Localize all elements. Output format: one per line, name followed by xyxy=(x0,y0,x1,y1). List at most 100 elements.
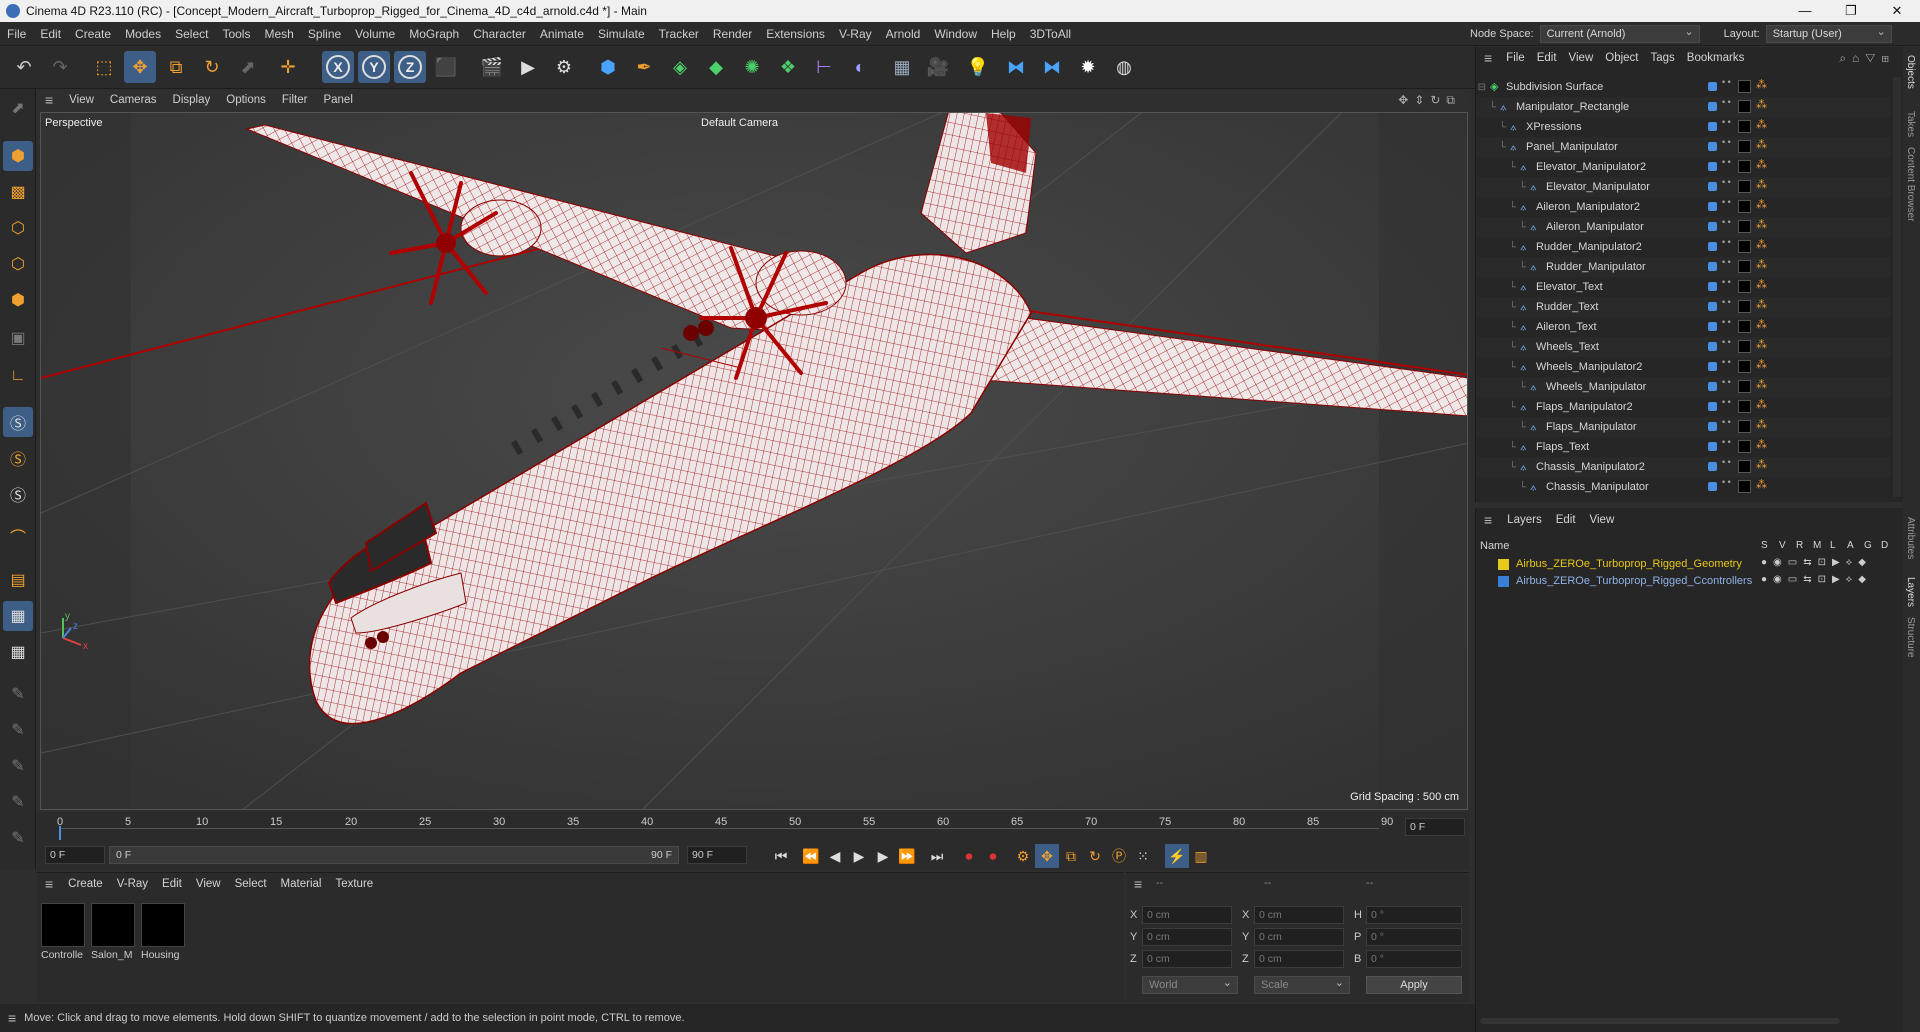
material-item[interactable]: Salon_M xyxy=(91,903,135,961)
object-row[interactable]: └ ⟑ Aileron_Manipulator • • ⁂ xyxy=(1476,217,1890,237)
next-key-icon[interactable]: ⏩ xyxy=(895,844,919,868)
model-mode-icon[interactable]: ⬢ xyxy=(3,141,33,171)
play-icon[interactable]: ▶ xyxy=(847,844,871,868)
menu-window[interactable]: Window xyxy=(927,27,984,41)
menu-spline[interactable]: Spline xyxy=(301,27,348,41)
xpresso-tag-icon[interactable]: ⁂ xyxy=(1756,418,1767,431)
material-tag-icon[interactable] xyxy=(1738,220,1751,233)
material-tag-icon[interactable] xyxy=(1738,200,1751,213)
menu-create[interactable]: Create xyxy=(68,27,118,41)
scale-tool-icon[interactable]: ⧉ xyxy=(160,51,192,83)
3d-viewport[interactable]: Perspective Default Camera Grid Spacing … xyxy=(40,112,1468,810)
live-selection-icon[interactable]: ⬚ xyxy=(88,51,120,83)
object-hamburger-icon[interactable]: ≡ xyxy=(1476,50,1500,66)
visibility-dots-icon[interactable]: • • xyxy=(1722,298,1731,307)
render-view-icon[interactable]: ▶ xyxy=(512,51,544,83)
apply-button[interactable]: Apply xyxy=(1366,976,1462,994)
layer-indicator-icon[interactable] xyxy=(1708,102,1717,111)
xpresso-tag-icon[interactable]: ⁂ xyxy=(1756,318,1767,331)
field-icon[interactable]: ◐ xyxy=(844,51,876,83)
right-engine-nacelle[interactable] xyxy=(755,250,847,316)
menu-help[interactable]: Help xyxy=(984,27,1023,41)
tree-connector[interactable]: └ xyxy=(1476,462,1516,473)
tree-connector[interactable]: └ xyxy=(1476,342,1516,353)
layer-indicator-icon[interactable] xyxy=(1708,182,1717,191)
visibility-dots-icon[interactable]: • • xyxy=(1722,458,1731,467)
current-frame-field[interactable]: 0 F xyxy=(1405,818,1465,836)
object-row[interactable]: └ ⟑ Rudder_Manipulator • • ⁂ xyxy=(1476,257,1890,277)
tree-connector[interactable]: └ xyxy=(1476,402,1516,413)
extrude-icon[interactable]: ◆ xyxy=(700,51,732,83)
menu-arnold[interactable]: Arnold xyxy=(879,27,928,41)
key-scale-icon[interactable]: ⧉ xyxy=(1059,844,1083,868)
layer-indicator-icon[interactable] xyxy=(1708,422,1717,431)
object-name[interactable]: XPressions xyxy=(1526,121,1582,133)
status-hamburger-icon[interactable]: ≡ xyxy=(0,1010,24,1026)
redo-icon[interactable]: ↷ xyxy=(44,51,76,83)
object-name[interactable]: Subdivision Surface xyxy=(1506,81,1603,93)
visibility-dots-icon[interactable]: • • xyxy=(1722,158,1731,167)
object-name[interactable]: Elevator_Manipulator2 xyxy=(1536,161,1646,173)
layer-indicator-icon[interactable] xyxy=(1708,162,1717,171)
object-row[interactable]: └ ⟑ Elevator_Manipulator2 • • ⁂ xyxy=(1476,157,1890,177)
pos-z-field[interactable]: 0 cm xyxy=(1142,950,1232,968)
obj-menu-file[interactable]: File xyxy=(1500,52,1531,64)
object-row[interactable]: └ ⟑ Panel_Manipulator • • ⁂ xyxy=(1476,137,1890,157)
axis-y-button[interactable]: Y xyxy=(358,51,390,83)
start-frame-field[interactable]: 0 F xyxy=(45,846,105,864)
material-tag-icon[interactable] xyxy=(1738,400,1751,413)
key-position-icon[interactable]: ✥ xyxy=(1035,844,1059,868)
visibility-dots-icon[interactable]: • • xyxy=(1722,318,1731,327)
viewport-menu-options[interactable]: Options xyxy=(218,94,274,106)
tree-connector[interactable]: ⊟ xyxy=(1476,82,1486,93)
mograph-icon[interactable]: ❖ xyxy=(772,51,804,83)
visibility-dots-icon[interactable]: • • xyxy=(1722,118,1731,127)
camera-label[interactable]: Default Camera xyxy=(701,117,778,129)
tree-connector[interactable]: └ xyxy=(1476,142,1506,153)
layer-indicator-icon[interactable] xyxy=(1708,302,1717,311)
xpresso-tag-icon[interactable]: ⁂ xyxy=(1756,478,1767,491)
layer-indicator-icon[interactable] xyxy=(1708,342,1717,351)
material-tag-icon[interactable] xyxy=(1738,360,1751,373)
menu-3dtoall[interactable]: 3DToAll xyxy=(1023,27,1078,41)
smooth-icon[interactable]: ✎ xyxy=(3,787,33,817)
viewport-menu-display[interactable]: Display xyxy=(165,94,219,106)
quantize-icon[interactable]: Ⓢ xyxy=(3,479,33,509)
material-tag-icon[interactable] xyxy=(1738,120,1751,133)
layer-row[interactable]: Airbus_ZEROe_Turboprop_Rigged_Geometry ●… xyxy=(1476,556,1903,573)
layer-indicator-icon[interactable] xyxy=(1708,82,1717,91)
paint-icon[interactable]: ✎ xyxy=(3,715,33,745)
xpresso-tag-icon[interactable]: ⁂ xyxy=(1756,398,1767,411)
xpresso-tag-icon[interactable]: ⁂ xyxy=(1756,198,1767,211)
material-tag-icon[interactable] xyxy=(1738,300,1751,313)
axis-x-button[interactable]: X xyxy=(322,51,354,83)
keyframe-selection-icon[interactable]: ⚙ xyxy=(1011,844,1035,868)
key-pla-icon[interactable]: ⁙ xyxy=(1131,844,1155,868)
maximize-button[interactable]: ❐ xyxy=(1828,0,1874,22)
layer-indicator-icon[interactable] xyxy=(1708,462,1717,471)
menu-modes[interactable]: Modes xyxy=(118,27,168,41)
object-name[interactable]: Rudder_Manipulator xyxy=(1546,261,1646,273)
points-mode-icon[interactable]: ⬡ xyxy=(3,213,33,243)
layer-indicator-icon[interactable] xyxy=(1708,362,1717,371)
object-name[interactable]: Elevator_Text xyxy=(1536,281,1603,293)
axis-z-button[interactable]: Z xyxy=(394,51,426,83)
python-icon[interactable]: ⧓ xyxy=(1000,51,1032,83)
object-row[interactable]: └ ⟑ Rudder_Text • • ⁂ xyxy=(1476,297,1890,317)
node-space-select[interactable]: Current (Arnold) xyxy=(1539,24,1700,43)
xpresso-tag-icon[interactable]: ⁂ xyxy=(1756,218,1767,231)
motion-system-icon[interactable]: ⚡ xyxy=(1165,844,1189,868)
pos-x-field[interactable]: 0 cm xyxy=(1142,906,1232,924)
object-name[interactable]: Wheels_Text xyxy=(1536,341,1599,353)
menu-volume[interactable]: Volume xyxy=(348,27,402,41)
viewport-menu-filter[interactable]: Filter xyxy=(274,94,316,106)
obj-menu-bookmarks[interactable]: Bookmarks xyxy=(1681,52,1751,64)
material-tag-icon[interactable] xyxy=(1738,80,1751,93)
viewport-hamburger-icon[interactable]: ≡ xyxy=(37,92,61,108)
object-row[interactable]: └ ⟑ Elevator_Manipulator • • ⁂ xyxy=(1476,177,1890,197)
layer-menu-view[interactable]: View xyxy=(1583,514,1622,526)
lock-workplane-icon[interactable]: ▦ xyxy=(3,637,33,667)
next-frame-icon[interactable]: ▶ xyxy=(871,844,895,868)
tab-objects[interactable]: Objects xyxy=(1905,55,1916,89)
size-x-field[interactable]: 0 cm xyxy=(1254,906,1344,924)
